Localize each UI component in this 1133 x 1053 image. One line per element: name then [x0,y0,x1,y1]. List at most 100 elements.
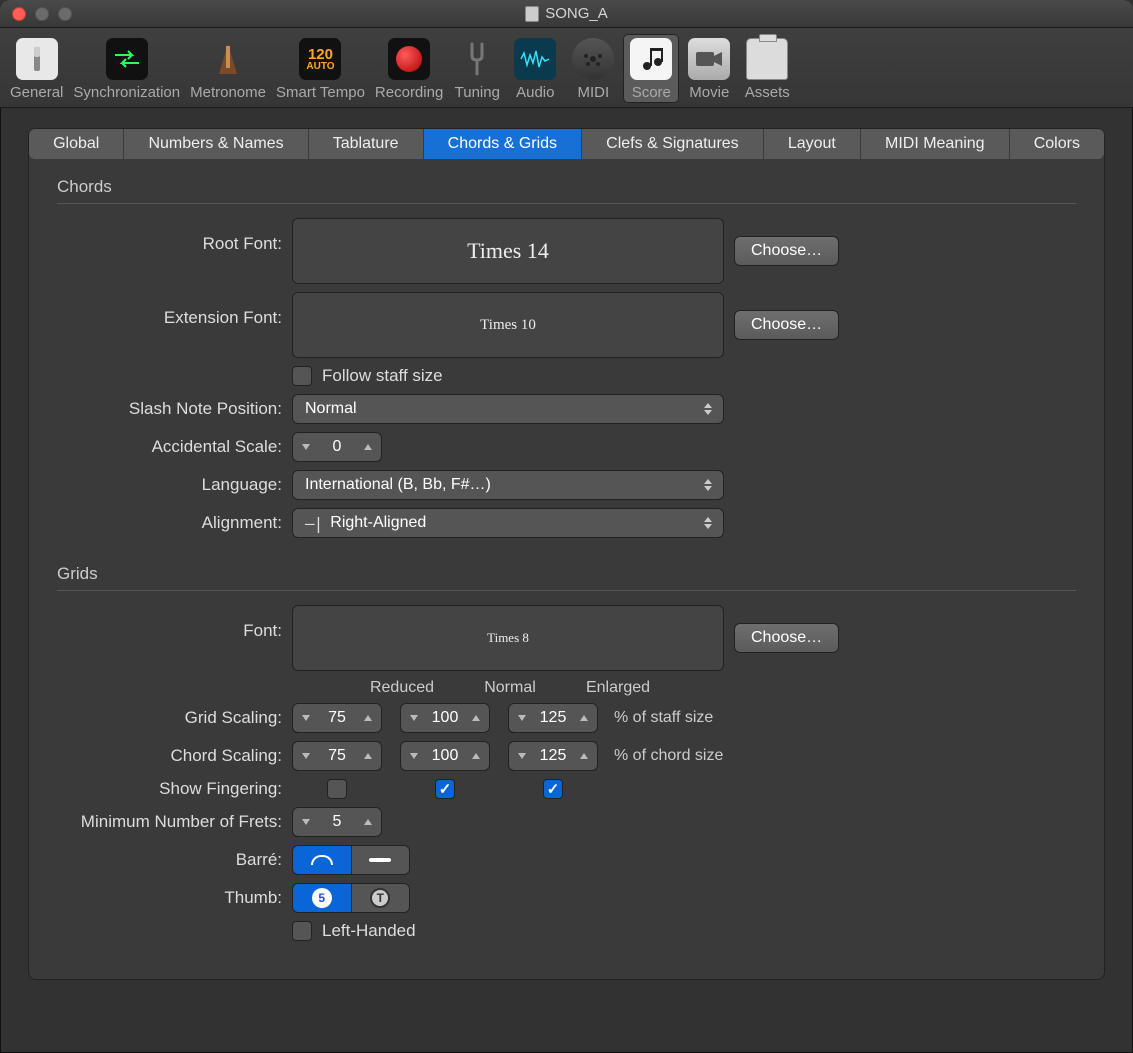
tab-layout[interactable]: Layout [764,129,861,159]
toolbar-movie[interactable]: Movie [681,34,737,103]
min-frets-stepper[interactable]: 5 [292,807,382,837]
stepper-down-icon[interactable] [299,438,313,456]
show-fingering-label: Show Fingering: [57,779,292,799]
thumb-t-icon: T [370,888,390,908]
tempo-icon: 120 AUTO [299,38,341,80]
choose-extension-font-button[interactable]: Choose… [734,310,839,340]
stepper-down-icon[interactable] [515,747,529,765]
accidental-scale-stepper[interactable]: 0 [292,432,382,462]
stepper-up-icon[interactable] [361,813,375,831]
alignment-select[interactable]: –| Right-Aligned [292,508,724,538]
show-fingering-normal-checkbox[interactable] [435,779,455,799]
toolbar-midi[interactable]: MIDI [565,34,621,103]
toolbar-score[interactable]: Score [623,34,679,103]
stepper-value: 125 [529,709,577,727]
show-fingering-reduced-checkbox[interactable] [327,779,347,799]
stepper-value: 75 [313,709,361,727]
language-select[interactable]: International (B, Bb, F#…) [292,470,724,500]
stepper-down-icon[interactable] [299,709,313,727]
arc-icon [311,855,333,865]
window-title: SONG_A [545,5,608,22]
section-title: Grids [57,564,1076,584]
follow-staff-size-checkbox[interactable] [292,366,312,386]
stepper-value: 100 [421,709,469,727]
minimize-icon[interactable] [35,7,49,21]
stepper-value: 5 [313,813,361,831]
divider [57,590,1076,591]
toolbar-label: Smart Tempo [276,84,365,101]
toolbar-general[interactable]: General [6,34,67,103]
grid-scaling-reduced-stepper[interactable]: 75 [292,703,382,733]
select-value: International (B, Bb, F#…) [305,476,491,494]
stepper-up-icon[interactable] [361,438,375,456]
toolbar-assets[interactable]: Assets [739,34,795,103]
stepper-up-icon[interactable] [469,709,483,727]
chord-scaling-enlarged-stepper[interactable]: 125 [508,741,598,771]
divider [57,203,1076,204]
toolbar-tuning[interactable]: Tuning [449,34,505,103]
stepper-up-icon[interactable] [361,747,375,765]
section-title: Chords [57,177,1076,197]
grid-scaling-normal-stepper[interactable]: 100 [400,703,490,733]
tab-global[interactable]: Global [29,129,124,159]
toolbar-recording[interactable]: Recording [371,34,447,103]
tab-tablature[interactable]: Tablature [309,129,424,159]
stepper-up-icon[interactable] [577,747,591,765]
stepper-down-icon[interactable] [515,709,529,727]
score-icon [630,38,672,80]
barre-label: Barré: [57,850,292,870]
tab-midi-meaning[interactable]: MIDI Meaning [861,129,1010,159]
left-handed-checkbox[interactable] [292,921,312,941]
slash-note-position-select[interactable]: Normal [292,394,724,424]
grid-scaling-enlarged-stepper[interactable]: 125 [508,703,598,733]
tempo-badge-value: 120 [308,47,333,62]
toolbar-label: Tuning [455,84,500,101]
close-icon[interactable] [12,7,26,21]
tuning-fork-icon [456,38,498,80]
chord-scaling-normal-stepper[interactable]: 100 [400,741,490,771]
camera-icon [688,38,730,80]
extension-font-well: Times 10 [292,292,724,358]
tab-numbers-names[interactable]: Numbers & Names [124,129,308,159]
midi-connector-icon [572,38,614,80]
thumb-segmented: 5 T [292,883,410,913]
show-fingering-enlarged-checkbox[interactable] [543,779,563,799]
col-reduced-label: Reduced [357,679,447,697]
updown-icon [701,514,715,532]
zoom-icon[interactable] [58,7,72,21]
min-frets-label: Minimum Number of Frets: [57,812,292,832]
stepper-down-icon[interactable] [299,747,313,765]
grids-section: Grids Font: Times 8 Choose… Reduced Norm… [29,546,1104,941]
tab-colors[interactable]: Colors [1010,129,1104,159]
toolbar-smart-tempo[interactable]: 120 AUTO Smart Tempo [272,34,369,103]
waveform-icon [514,38,556,80]
barre-line-option[interactable] [351,846,410,874]
briefcase-icon [746,38,788,80]
grid-scaling-unit: % of staff size [614,709,713,727]
root-font-well: Times 14 [292,218,724,284]
choose-root-font-button[interactable]: Choose… [734,236,839,266]
stepper-up-icon[interactable] [577,709,591,727]
stepper-up-icon[interactable] [361,709,375,727]
chord-scaling-reduced-stepper[interactable]: 75 [292,741,382,771]
thumb-t-option[interactable]: T [351,884,410,912]
tab-chords-grids[interactable]: Chords & Grids [424,129,583,159]
barre-arc-option[interactable] [293,846,351,874]
thumb-number-option[interactable]: 5 [293,884,351,912]
stepper-down-icon[interactable] [299,813,313,831]
toolbar-synchronization[interactable]: Synchronization [69,34,184,103]
toolbar-label: Audio [516,84,554,101]
stepper-value: 125 [529,747,577,765]
stepper-down-icon[interactable] [407,709,421,727]
choose-grids-font-button[interactable]: Choose… [734,623,839,653]
toolbar-audio[interactable]: Audio [507,34,563,103]
chords-section: Chords Root Font: Times 14 Choose… Exten… [29,159,1104,538]
align-right-icon: –| [305,514,322,533]
stepper-down-icon[interactable] [407,747,421,765]
slash-note-position-label: Slash Note Position: [57,399,292,419]
toolbar-metronome[interactable]: Metronome [186,34,270,103]
toolbar-label: Movie [689,84,729,101]
col-normal-label: Normal [465,679,555,697]
stepper-up-icon[interactable] [469,747,483,765]
tab-clefs-signatures[interactable]: Clefs & Signatures [582,129,764,159]
